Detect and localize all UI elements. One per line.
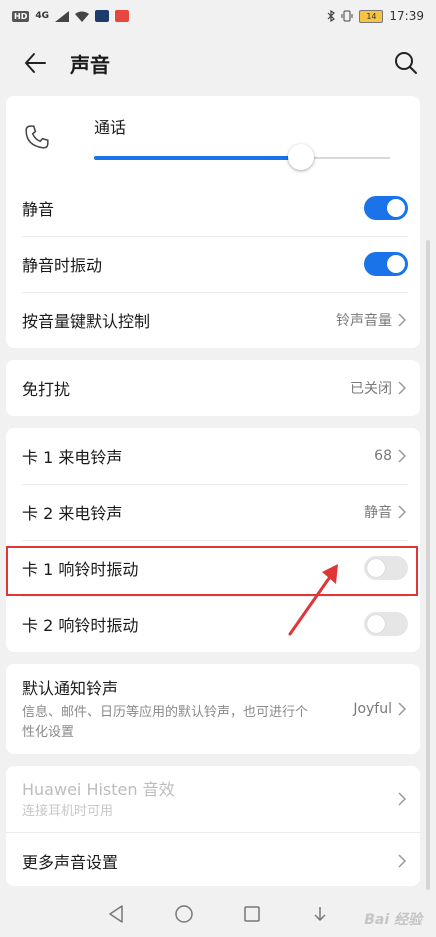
- app-notification-icon-red: [115, 10, 129, 22]
- status-bar: HD 4G 14 17:39: [0, 0, 436, 32]
- sim1-vibrate-toggle[interactable]: [364, 556, 408, 580]
- dnd-label: 免打扰: [22, 380, 71, 399]
- search-icon: [395, 52, 417, 74]
- battery-icon: 14: [359, 9, 384, 23]
- chevron-right-icon: [398, 702, 406, 716]
- clock: 17:39: [389, 9, 424, 23]
- chevron-right-icon: [398, 313, 406, 327]
- volume-key-row[interactable]: 按音量键默认控制 铃声音量: [6, 292, 420, 348]
- more-sound-row[interactable]: 更多声音设置: [6, 832, 420, 888]
- slider-thumb[interactable]: [288, 144, 315, 170]
- slider-fill: [94, 156, 302, 160]
- wifi-icon: [75, 11, 89, 22]
- more-sound-label: 更多声音设置: [22, 852, 119, 872]
- mute-vibrate-label: 静音时振动: [22, 256, 103, 275]
- card-sim: 卡 1 来电铃声 68 卡 2 来电铃声 静音 卡 1 响铃时振动 卡 2 响铃…: [6, 428, 420, 652]
- chevron-right-icon: [398, 792, 406, 806]
- signal-icon: [55, 10, 69, 22]
- sim2-ringtone-row[interactable]: 卡 2 来电铃声 静音: [6, 484, 420, 540]
- card-volume: 通话 静音 静音时振动 按音量键默认控制 铃声音量: [6, 96, 420, 348]
- sim1-vibrate-row[interactable]: 卡 1 响铃时振动: [6, 540, 420, 596]
- bluetooth-icon: [327, 10, 336, 22]
- nav-home-icon[interactable]: [174, 904, 194, 924]
- histen-sub: 连接耳机时可用: [22, 804, 114, 819]
- back-arrow-icon: [25, 53, 46, 73]
- chevron-right-icon: [398, 381, 406, 395]
- dnd-value: 已关闭: [350, 381, 392, 397]
- call-volume-row: 通话: [6, 96, 420, 180]
- hd-badge: HD: [12, 10, 30, 22]
- sim2-ringtone-value: 静音: [364, 505, 392, 521]
- nav-recents-icon[interactable]: [242, 904, 262, 924]
- annotation-arrow-icon: [288, 564, 338, 636]
- notify-row[interactable]: 默认通知铃声 信息、邮件、日历等应用的默认铃声，也可进行个性化设置 Joyful: [6, 664, 420, 754]
- signal-label: 4G: [35, 11, 49, 21]
- volume-key-value: 铃声音量: [336, 313, 392, 329]
- histen-label: Huawei Histen 音效: [22, 780, 175, 799]
- histen-row[interactable]: Huawei Histen 音效 连接耳机时可用: [6, 766, 420, 832]
- mute-vibrate-row[interactable]: 静音时振动: [6, 236, 420, 292]
- volume-key-label: 按音量键默认控制: [22, 312, 151, 331]
- sim2-ringtone-label: 卡 2 来电铃声: [22, 504, 123, 523]
- sim1-ringtone-label: 卡 1 来电铃声: [22, 448, 123, 467]
- sim1-ringtone-row[interactable]: 卡 1 来电铃声 68: [6, 428, 420, 484]
- vibrate-icon: [341, 10, 353, 22]
- chevron-right-icon: [398, 449, 406, 463]
- back-button[interactable]: [0, 32, 70, 94]
- sim1-ringtone-value: 68: [374, 448, 392, 464]
- notify-value: Joyful: [353, 701, 392, 717]
- mute-toggle[interactable]: [364, 196, 408, 220]
- call-volume-label: 通话: [94, 118, 127, 137]
- call-volume-slider[interactable]: [94, 144, 390, 170]
- nav-back-icon[interactable]: [106, 904, 126, 924]
- app-notification-icon: [95, 10, 109, 22]
- search-button[interactable]: [376, 32, 436, 94]
- phone-icon: [25, 125, 49, 149]
- nav-down-icon[interactable]: [310, 904, 330, 924]
- mute-row[interactable]: 静音: [6, 180, 420, 236]
- card-notify: 默认通知铃声 信息、邮件、日历等应用的默认铃声，也可进行个性化设置 Joyful: [6, 664, 420, 754]
- sim2-vibrate-row[interactable]: 卡 2 响铃时振动: [6, 596, 420, 652]
- chevron-right-icon: [398, 505, 406, 519]
- chevron-right-icon: [398, 853, 406, 868]
- dnd-row[interactable]: 免打扰 已关闭: [6, 360, 420, 416]
- notify-label: 默认通知铃声: [22, 679, 119, 698]
- page-title: 声音: [70, 52, 110, 77]
- notify-sub: 信息、邮件、日历等应用的默认铃声，也可进行个性化设置: [22, 705, 309, 740]
- card-histen: Huawei Histen 音效 连接耳机时可用 更多声音设置: [6, 766, 420, 886]
- sim2-vibrate-toggle[interactable]: [364, 612, 408, 636]
- app-bar: 声音: [0, 32, 436, 94]
- watermark: Bai 经验: [364, 912, 422, 928]
- mute-label: 静音: [22, 200, 55, 219]
- card-dnd: 免打扰 已关闭: [6, 360, 420, 416]
- scrollbar[interactable]: [426, 240, 430, 890]
- mute-vibrate-toggle[interactable]: [364, 252, 408, 276]
